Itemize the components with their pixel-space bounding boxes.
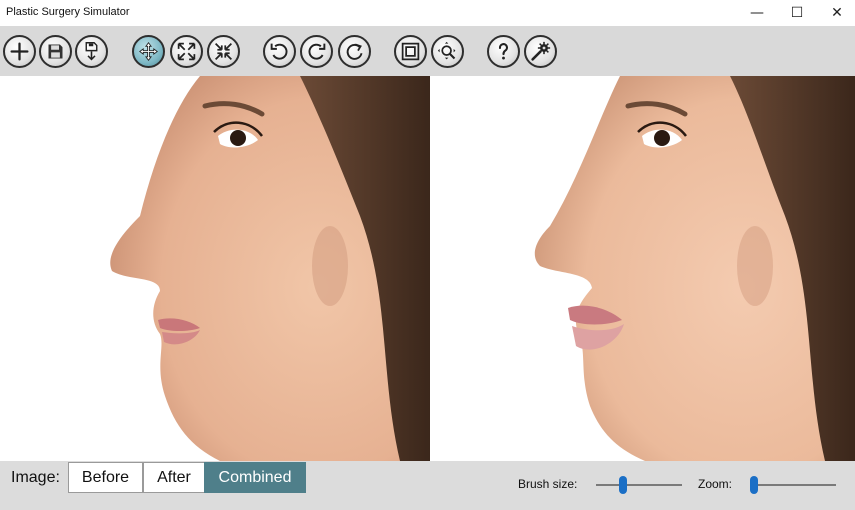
minimize-button[interactable]: — [737, 0, 777, 26]
settings-icon [531, 41, 551, 61]
zoom-icon [437, 41, 456, 60]
zoom-slider[interactable] [750, 476, 836, 494]
shrink-icon [215, 43, 232, 60]
brush-size-label: Brush size: [518, 477, 578, 491]
fit-button[interactable] [394, 35, 427, 68]
after-image-panel[interactable] [430, 76, 855, 461]
brush-size-slider[interactable] [596, 476, 682, 494]
help-icon [498, 43, 508, 60]
toolbar [0, 26, 855, 76]
rotate-left-icon [270, 43, 288, 60]
combined-mode-button[interactable]: Combined [204, 462, 306, 493]
fit-icon [401, 42, 420, 61]
save-icon [48, 44, 63, 59]
shrink-button[interactable] [207, 35, 240, 68]
enlarge-icon [177, 42, 196, 61]
before-face-image [0, 76, 430, 461]
new-icon [10, 42, 29, 61]
image-mode-label: Image: [11, 469, 60, 486]
move-button[interactable] [132, 35, 165, 68]
before-mode-button[interactable]: Before [68, 462, 143, 493]
help-button[interactable] [487, 35, 520, 68]
enlarge-button[interactable] [170, 35, 203, 68]
rotate-right-icon [308, 43, 326, 60]
bottom-bar: Image: Before After Combined Brush size:… [0, 461, 855, 510]
zoom-slider-track [750, 484, 836, 486]
new-button[interactable] [3, 35, 36, 68]
title-bar: Plastic Surgery Simulator — ☐ ✕ [0, 0, 855, 26]
export-button[interactable] [75, 35, 108, 68]
rotate-right-button[interactable] [300, 35, 333, 68]
window-title: Plastic Surgery Simulator [6, 6, 130, 18]
brush-slider-thumb[interactable] [619, 476, 627, 494]
reset-button[interactable] [338, 35, 371, 68]
settings-button[interactable] [524, 35, 557, 68]
save-button[interactable] [39, 35, 72, 68]
zoom-slider-thumb[interactable] [750, 476, 758, 494]
brush-slider-track [596, 484, 682, 486]
app-window: Plastic Surgery Simulator — ☐ ✕ Image: B… [0, 0, 855, 510]
move-icon [139, 42, 158, 61]
after-face-image [430, 76, 855, 461]
before-image-panel[interactable] [0, 76, 430, 461]
after-mode-button[interactable]: After [143, 462, 205, 493]
zoom-button[interactable] [431, 35, 464, 68]
export-icon [85, 42, 98, 61]
maximize-button[interactable]: ☐ [777, 0, 817, 26]
close-button[interactable]: ✕ [817, 0, 855, 26]
zoom-label: Zoom: [698, 477, 733, 491]
rotate-left-button[interactable] [263, 35, 296, 68]
reset-icon [346, 43, 363, 60]
